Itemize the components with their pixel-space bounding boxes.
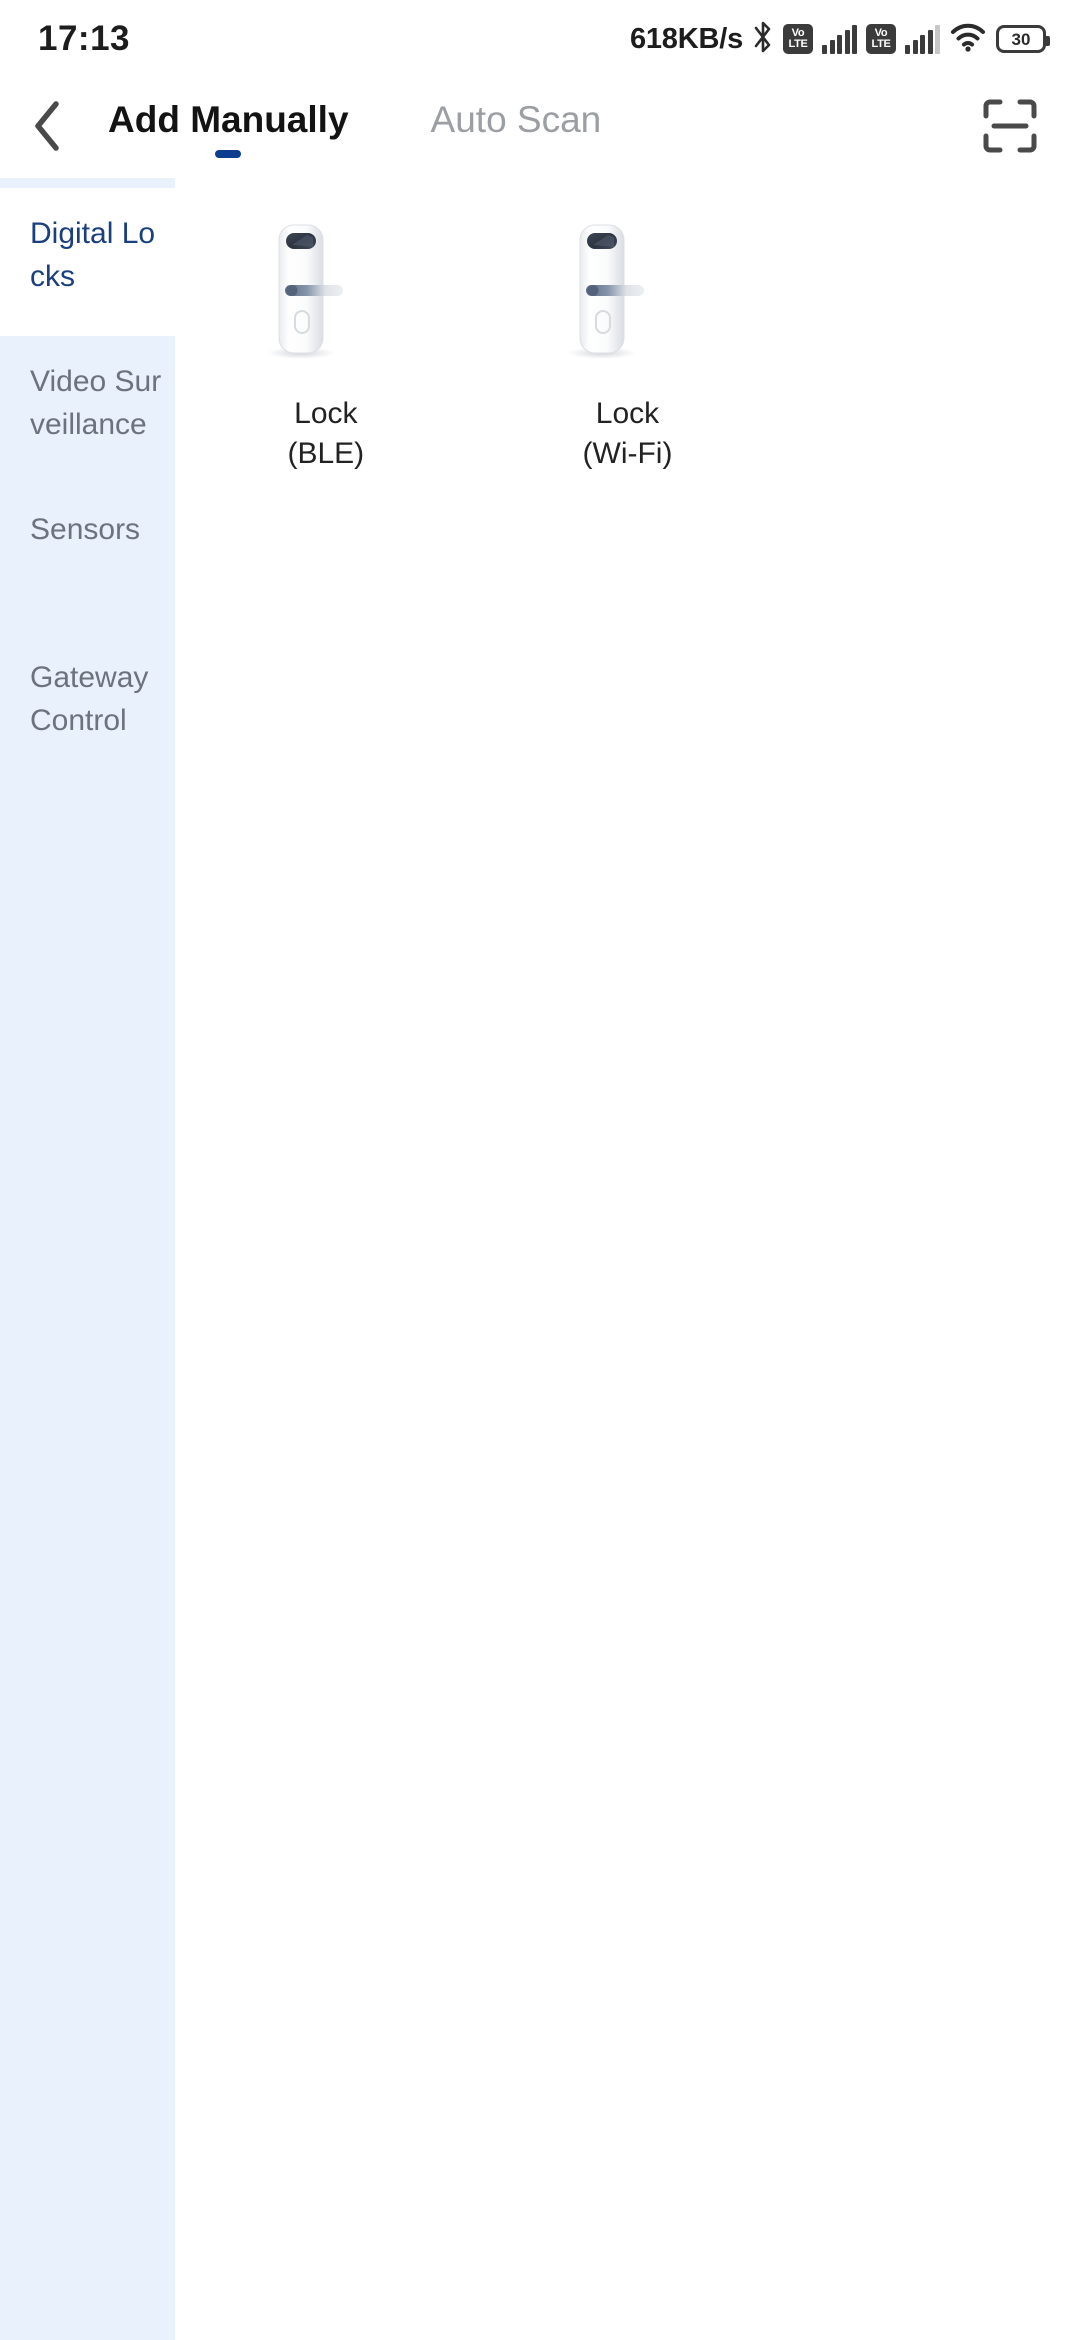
sidebar-item-video-surveillance[interactable]: Video Surveillance [0,336,175,484]
volte-icon-sim1: Vo LTE [783,24,813,54]
scan-button[interactable] [970,88,1050,168]
tab-add-manually-label: Add Manually [108,99,349,140]
product-grid-empty-cell [778,202,1080,474]
chevron-left-icon [28,98,68,159]
tab-auto-scan[interactable]: Auto Scan [431,98,602,158]
status-time: 17:13 [38,19,131,58]
status-icons: 618KB/s Vo LTE Vo LTE 30 [629,20,1050,59]
category-sidebar: Digital Locks Video Surveillance Sensors… [0,178,175,2340]
sidebar-item-label: Video Surveillance [30,365,162,441]
app-header: Add Manually Auto Scan [0,78,1080,178]
header-tabs: Add Manually Auto Scan [108,98,601,158]
signal-bars-icon-sim1 [822,24,857,54]
volte-icon-sim2: Vo LTE [866,24,896,54]
tab-auto-scan-label: Auto Scan [430,99,602,140]
page-body: Digital Locks Video Surveillance Sensors… [0,178,1080,2340]
sidebar-item-digital-locks[interactable]: Digital Locks [0,188,175,336]
product-name-label: Lock (BLE) [287,397,365,470]
product-name-label: Lock (Wi-Fi) [582,397,673,470]
battery-icon: 30 [996,25,1050,53]
tab-active-indicator [215,150,242,158]
volte-label-bottom: LTE [871,38,891,50]
sidebar-item-label: Sensors [30,513,141,546]
back-button[interactable] [0,78,96,178]
smart-door-lock-image [236,202,416,382]
tab-add-manually[interactable]: Add Manually [108,98,349,158]
sidebar-item-sensors[interactable]: Sensors [0,484,175,632]
product-card-lock-wifi[interactable]: Lock (Wi-Fi) [477,202,779,474]
bluetooth-icon [752,20,774,59]
signal-bars-icon-sim2 [905,24,940,54]
network-speed-text: 618KB/s [629,22,743,55]
battery-level-label: 30 [1011,29,1031,49]
product-grid: Lock (BLE) Lock (Wi-Fi) [175,202,1080,474]
wifi-icon [949,21,987,58]
scan-frame-icon [981,97,1039,160]
sidebar-item-label: Gateway Control [30,661,149,737]
product-list-panel: Lock (BLE) Lock (Wi-Fi) [175,178,1080,2340]
status-bar: 17:13 618KB/s Vo LTE Vo LTE 30 [0,0,1080,78]
volte-label-bottom: LTE [788,38,808,50]
smart-door-lock-image [537,202,717,382]
sidebar-item-label: Digital Locks [30,217,156,293]
product-card-lock-ble[interactable]: Lock (BLE) [175,202,477,474]
sidebar-item-gateway-control[interactable]: Gateway Control [0,632,175,780]
